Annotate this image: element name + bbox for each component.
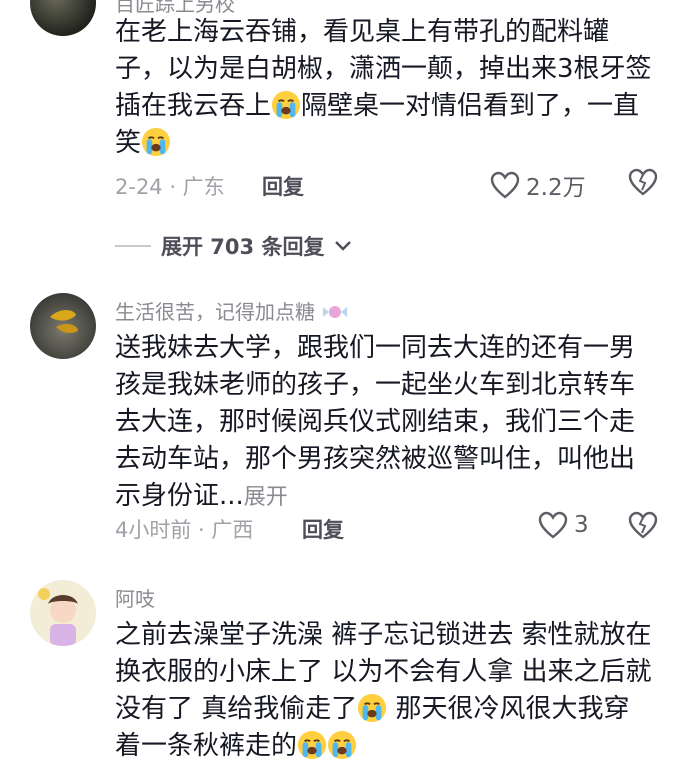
expand-replies[interactable]: 展开 703 条回复 xyxy=(115,231,352,261)
avatar[interactable] xyxy=(30,0,96,36)
leaf-icon xyxy=(50,310,78,334)
comment-meta: 2-24 · 广东 xyxy=(115,175,225,199)
crying-face-icon xyxy=(297,730,327,760)
avatar[interactable] xyxy=(30,293,96,359)
comment-text: 之前去澡堂子洗澡 裤子忘记锁进去 索性就放在换衣服的小床上了 以为不会有人拿 出… xyxy=(115,620,652,761)
like-button[interactable]: 3 xyxy=(538,511,589,539)
heart-icon xyxy=(538,511,568,539)
comment-text: 送我妹去大学，跟我们一同去大连的还有一男孩是我妹老师的孩子，一起坐火车到北京转车… xyxy=(115,333,636,511)
crying-face-icon xyxy=(357,693,387,723)
heart-icon xyxy=(490,171,520,199)
dislike-icon[interactable] xyxy=(628,511,658,539)
divider xyxy=(115,245,151,247)
chevron-down-icon xyxy=(335,241,352,251)
expand-comment-link[interactable]: 展开 xyxy=(244,485,288,510)
like-count: 2.2万 xyxy=(526,175,586,201)
comment-meta: 4小时前 · 广西 xyxy=(115,518,254,542)
like-count: 3 xyxy=(574,512,589,538)
crying-face-icon xyxy=(327,730,357,760)
crying-face-icon xyxy=(271,90,301,120)
comment-text: 在老上海云吞铺，看见桌上有带孔的配料罐子，以为是白胡椒，潇洒一颠，掉出来3根牙签… xyxy=(115,17,652,158)
expand-replies-label: 展开 703 条回复 xyxy=(161,235,325,259)
like-button[interactable]: 2.2万 xyxy=(490,168,586,202)
comment-username[interactable]: 阿吱 xyxy=(115,583,155,612)
crying-face-icon xyxy=(141,127,171,157)
dislike-icon[interactable] xyxy=(628,168,658,196)
reply-button[interactable]: 回复 xyxy=(262,171,304,201)
avatar[interactable] xyxy=(30,580,96,646)
avatar-illustration xyxy=(38,588,78,646)
comment-username[interactable]: 生活很苦，记得加点糖 xyxy=(115,296,349,325)
reply-button[interactable]: 回复 xyxy=(302,514,344,544)
candy-icon xyxy=(323,306,348,318)
